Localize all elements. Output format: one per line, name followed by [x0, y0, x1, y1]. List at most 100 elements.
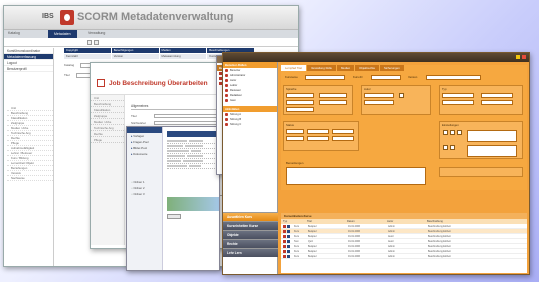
edit-icon[interactable] — [287, 239, 290, 243]
type-field[interactable] — [442, 100, 474, 105]
setting-toggle[interactable] — [443, 145, 448, 150]
table-row[interactable]: Kurs Beispiel 01.01.2006 Admin Beschreib… — [281, 254, 527, 259]
settings-list[interactable] — [467, 145, 517, 157]
edit-icon[interactable] — [287, 224, 290, 228]
delete-icon[interactable] — [283, 249, 286, 253]
field-label: Autor — [364, 87, 371, 91]
author-field[interactable] — [364, 100, 394, 105]
folder-node[interactable]: Ordner 3 — [127, 191, 162, 197]
sidebar-item-benutzerprofil[interactable]: Benutzerprofil — [4, 66, 53, 72]
version-field[interactable] — [426, 75, 481, 80]
grid-cell[interactable]: Copyright — [64, 48, 111, 53]
type-field[interactable] — [481, 93, 513, 98]
subfolder-list: Ordner 1 Ordner 2 Ordner 3 — [127, 179, 162, 197]
tree-item[interactable]: Nachweise — [7, 176, 53, 181]
tab-lernpfad[interactable]: Lernpfad Titel — [281, 65, 306, 71]
remarks-textarea[interactable] — [286, 167, 426, 185]
accordion-item-auswaehlen-kurs[interactable]: Auswählen Kurs — [223, 212, 278, 221]
tab-katalog[interactable]: Katalog — [8, 31, 20, 35]
delete-icon[interactable] — [283, 229, 286, 233]
accordion-item-lehr-lern[interactable]: Lehr Lern — [223, 248, 278, 257]
kursname-field[interactable] — [305, 75, 345, 80]
edit-icon[interactable] — [287, 249, 290, 253]
edit-icon[interactable] — [287, 244, 290, 248]
column-header[interactable]: Titel — [305, 219, 345, 224]
cell: Beschreibung Einheit — [428, 244, 451, 248]
field-label: Kursname — [285, 75, 298, 79]
edit-icon[interactable] — [287, 254, 290, 258]
edit-icon[interactable] — [287, 234, 290, 238]
grid-cell[interactable]: Medien — [159, 48, 207, 53]
cell: Kurs — [294, 244, 299, 248]
delete-icon[interactable] — [283, 239, 286, 243]
status-field[interactable] — [307, 129, 329, 134]
cell: Kurs — [294, 224, 299, 228]
status-field[interactable] — [332, 136, 354, 141]
cell: Beispiel — [308, 244, 317, 248]
grid-header: Typ Titel Datum Autor Beschreibung — [281, 219, 527, 224]
nav-item[interactable]: Pflege — [91, 137, 124, 143]
dauer-field[interactable] — [286, 107, 314, 112]
cell: Autor — [388, 234, 394, 238]
status-field[interactable] — [307, 136, 329, 141]
grid-cell[interactable]: Metasammlung — [159, 54, 207, 59]
save-icon[interactable] — [87, 40, 92, 45]
field-label: Bemerkungen — [286, 161, 304, 165]
kurs-id-field[interactable] — [371, 75, 401, 80]
cell: Quiz — [308, 239, 313, 243]
detail-field[interactable] — [319, 93, 347, 98]
delete-icon[interactable] — [283, 244, 286, 248]
delete-icon[interactable] — [283, 224, 286, 228]
list-item[interactable]: Sitzung C — [223, 122, 277, 127]
type-field[interactable] — [481, 100, 513, 105]
zielgruppe-field[interactable] — [286, 100, 314, 105]
row-label-titel: Titel — [64, 73, 70, 77]
cell: Kurs — [294, 229, 299, 233]
setting-toggle[interactable] — [457, 130, 462, 135]
sprache-field[interactable] — [286, 93, 314, 98]
accordion-item-kurseinheiten[interactable]: Kurseinheiten Kurse — [223, 221, 278, 230]
tree-node[interactable]: Dokumente — [127, 151, 162, 157]
detail-field[interactable] — [319, 100, 347, 105]
setting-toggle[interactable] — [450, 145, 455, 150]
file-row[interactable] — [167, 164, 219, 169]
field-label: Typ — [442, 87, 447, 91]
grid-cell[interactable]: Berechtigungen — [111, 48, 159, 53]
grid-cell[interactable]: Kennzahl — [64, 54, 111, 59]
tab-metadaten[interactable]: Metadaten — [48, 30, 77, 38]
cell: 01.01.2006 — [348, 234, 360, 238]
column-header[interactable]: Typ — [281, 219, 305, 224]
window-titlebar — [223, 53, 529, 62]
setting-toggle[interactable] — [443, 130, 448, 135]
column-header[interactable]: Autor — [385, 219, 425, 224]
edit-icon[interactable] — [287, 229, 290, 233]
status-field[interactable] — [332, 129, 354, 134]
tab-verwaltung[interactable]: Verwaltung Rolle — [306, 65, 336, 71]
delete-icon[interactable] — [283, 254, 286, 258]
field-label: Status — [286, 123, 294, 127]
setting-toggle[interactable] — [450, 130, 455, 135]
settings-list[interactable] — [467, 130, 517, 142]
accordion-item-objekte[interactable]: Objekte — [223, 230, 278, 239]
delete-icon[interactable] — [283, 234, 286, 238]
column-header[interactable]: Datum — [345, 219, 385, 224]
typ-field[interactable] — [442, 93, 474, 98]
minimize-icon[interactable] — [516, 55, 520, 59]
cell: Beschreibung Einheit — [428, 239, 451, 243]
new-icon[interactable] — [94, 40, 99, 45]
tab-medien[interactable]: Medien — [336, 65, 355, 71]
status-field[interactable] — [286, 129, 304, 134]
close-icon[interactable] — [522, 55, 526, 59]
editor-form: Kursname Kurs-ID Version Sprache Autor T… — [283, 75, 523, 187]
status-field[interactable] — [286, 136, 304, 141]
tab-objektrechte[interactable]: Objektrechte — [355, 65, 379, 71]
ok-button[interactable] — [167, 214, 181, 219]
accordion-item-rechte[interactable]: Rechte — [223, 239, 278, 248]
autor-field[interactable] — [364, 93, 394, 98]
grid-cell[interactable]: Version — [111, 54, 159, 59]
list-item[interactable]: Gast — [223, 98, 277, 103]
tab-sicherungen[interactable]: Sicherungen — [380, 65, 404, 71]
column-header[interactable]: Beschreibung — [425, 219, 505, 224]
author-checkbox[interactable] — [399, 93, 404, 98]
tab-verwaltung[interactable]: Verwaltung — [88, 31, 105, 35]
